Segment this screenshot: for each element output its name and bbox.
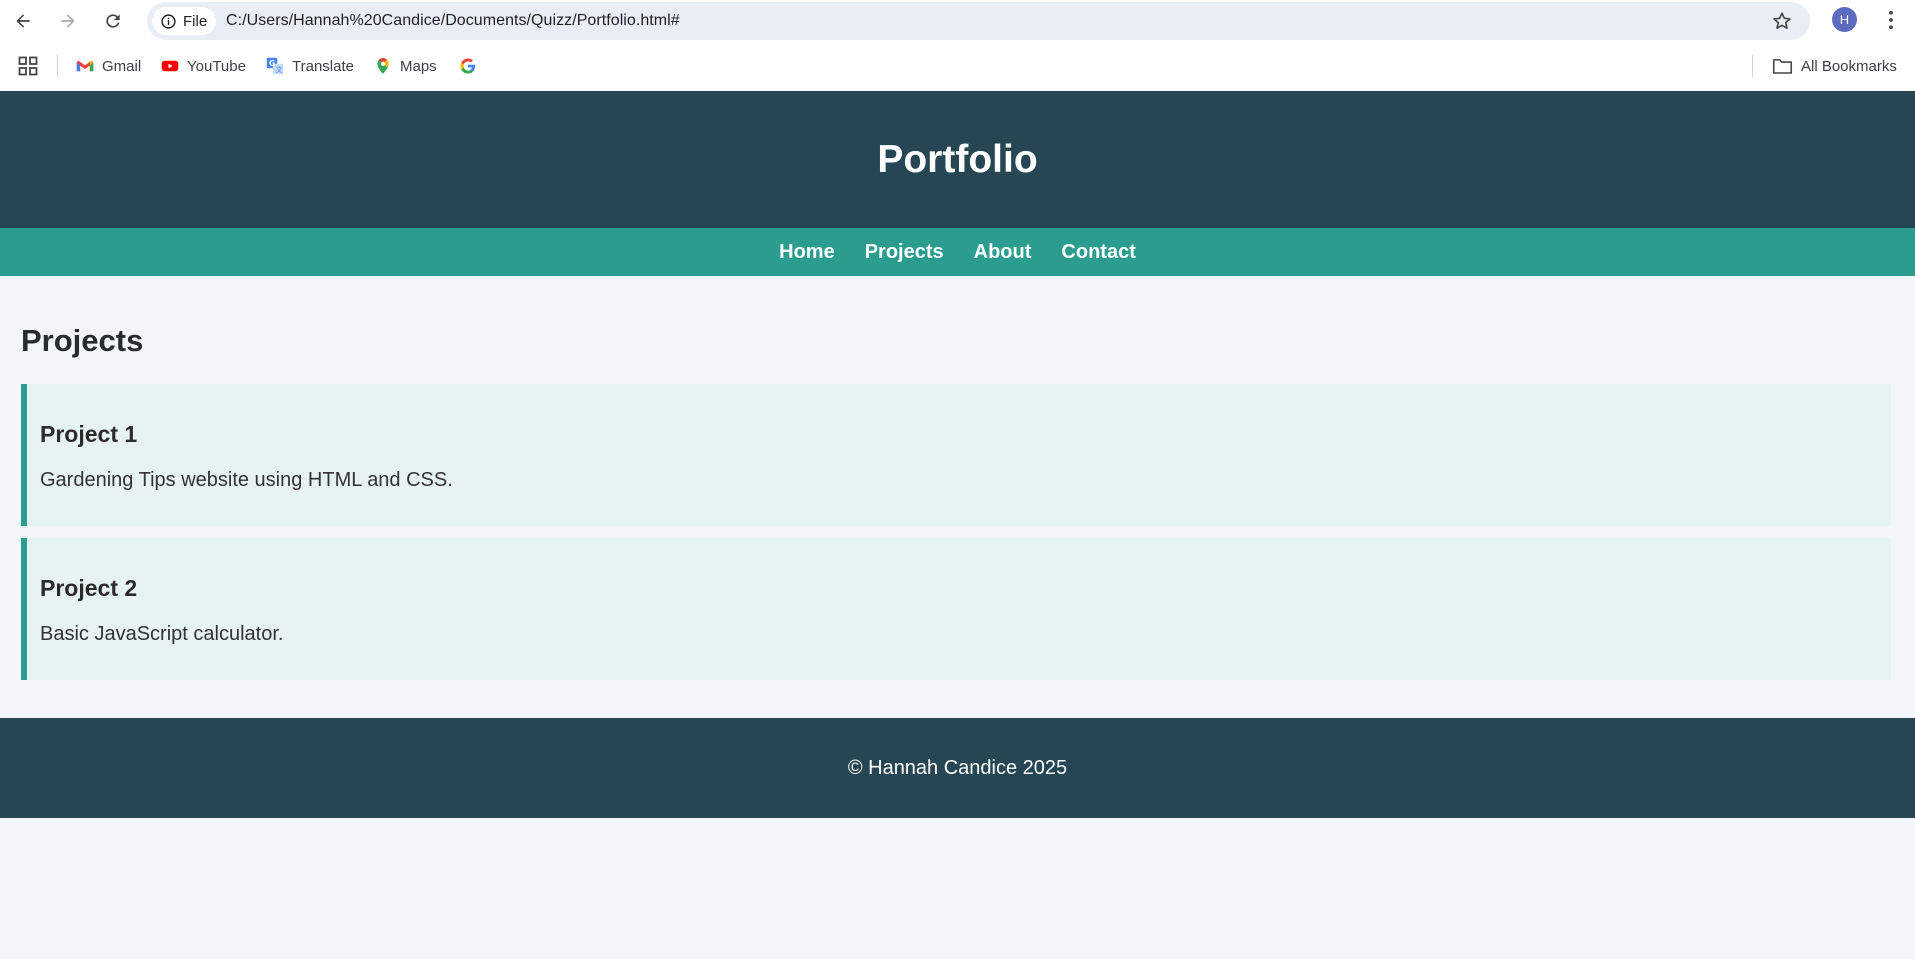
- bookmark-label: YouTube: [187, 57, 246, 75]
- bookmark-translate[interactable]: G 文 Translate: [266, 52, 354, 80]
- svg-text:G: G: [269, 59, 275, 68]
- address-bar[interactable]: File C:/Users/Hannah%20Candice/Documents…: [147, 2, 1810, 40]
- site-chip-label: File: [183, 12, 208, 30]
- footer-copyright: © Hannah Candice 2025: [847, 756, 1068, 779]
- bookmark-google[interactable]: [459, 52, 477, 80]
- profile-avatar[interactable]: H: [1832, 7, 1857, 32]
- maps-icon: [377, 58, 389, 74]
- browser-toolbar: File C:/Users/Hannah%20Candice/Documents…: [0, 0, 1915, 41]
- url-text[interactable]: C:/Users/Hannah%20Candice/Documents/Quiz…: [226, 12, 680, 30]
- browser-menu-button[interactable]: [1880, 8, 1902, 32]
- project-title: Project 2: [40, 575, 138, 601]
- bookmark-label: Maps: [400, 57, 437, 75]
- bookmark-maps[interactable]: Maps: [374, 52, 437, 80]
- bookmark-label: Translate: [292, 57, 354, 75]
- site-title: Portfolio: [877, 137, 1038, 181]
- bookmark-star-icon[interactable]: [1771, 10, 1793, 32]
- project-description: Gardening Tips website using HTML and CS…: [40, 469, 453, 491]
- folder-icon: [1772, 59, 1793, 74]
- translate-icon: G 文: [266, 57, 284, 75]
- nav-link-about[interactable]: About: [974, 241, 1032, 264]
- bookmark-youtube[interactable]: YouTube: [161, 52, 246, 80]
- project-card: Project 2 Basic JavaScript calculator.: [21, 538, 1891, 680]
- back-button[interactable]: [6, 6, 40, 36]
- site-header: Portfolio: [0, 91, 1915, 228]
- bookmarks-divider: [57, 55, 58, 77]
- google-icon: [460, 58, 476, 74]
- project-description: Basic JavaScript calculator.: [40, 623, 284, 645]
- forward-button[interactable]: [51, 6, 85, 36]
- bookmarks-divider: [1752, 55, 1753, 77]
- nav-link-contact[interactable]: Contact: [1061, 241, 1135, 264]
- reload-icon: [106, 14, 120, 28]
- all-bookmarks-button[interactable]: All Bookmarks: [1772, 52, 1897, 80]
- site-nav: Home Projects About Contact: [0, 228, 1915, 276]
- site-info-chip[interactable]: File: [152, 7, 217, 35]
- info-icon: [161, 13, 176, 29]
- all-bookmarks-label: All Bookmarks: [1801, 57, 1897, 75]
- gmail-icon: [76, 60, 94, 72]
- project-title: Project 1: [40, 421, 138, 447]
- nav-link-projects[interactable]: Projects: [865, 241, 944, 264]
- arrow-left-icon: [16, 14, 30, 28]
- apps-grid-icon[interactable]: [18, 56, 38, 76]
- more-vert-icon: [1889, 10, 1893, 30]
- bookmarks-bar: Gmail YouTube G 文 Translate Maps All Boo…: [0, 41, 1915, 91]
- youtube-icon: [161, 60, 179, 72]
- bookmark-label: Gmail: [102, 57, 142, 75]
- site-footer: © Hannah Candice 2025: [0, 718, 1915, 818]
- project-card: Project 1 Gardening Tips website using H…: [21, 384, 1891, 526]
- bookmark-gmail[interactable]: Gmail: [76, 52, 141, 80]
- svg-text:文: 文: [276, 65, 283, 74]
- reload-button[interactable]: [96, 6, 130, 36]
- section-title: Projects: [21, 323, 144, 358]
- arrow-right-icon: [61, 14, 75, 28]
- nav-link-home[interactable]: Home: [779, 241, 835, 264]
